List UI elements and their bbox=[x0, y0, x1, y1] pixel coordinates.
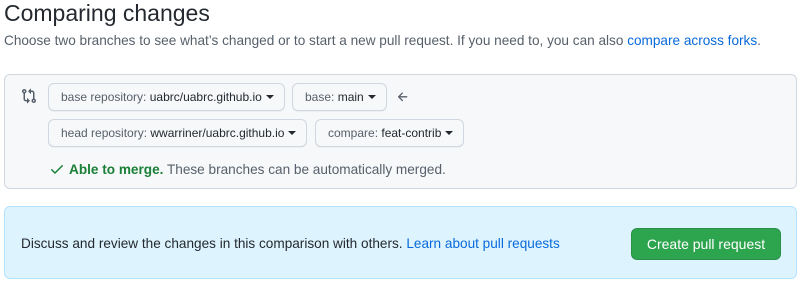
create-pr-description: Discuss and review the changes in this c… bbox=[21, 236, 407, 251]
base-branch-label: base: bbox=[305, 90, 338, 104]
compare-page: Comparing changes Choose two branches to… bbox=[0, 0, 800, 283]
base-branch-select[interactable]: base: main bbox=[292, 83, 387, 111]
compare-branch-value: feat-contrib bbox=[381, 126, 442, 140]
subtitle-text: Choose two branches to see what’s change… bbox=[4, 33, 628, 48]
head-repository-label: head repository: bbox=[61, 126, 151, 140]
create-pr-banner: Discuss and review the changes in this c… bbox=[4, 206, 797, 279]
compare-across-forks-link[interactable]: compare across forks bbox=[627, 33, 757, 48]
head-repository-value: wwarriner/uabrc.github.io bbox=[150, 126, 285, 140]
page-subtitle: Choose two branches to see what’s change… bbox=[4, 32, 761, 50]
arrow-left-icon bbox=[397, 92, 408, 102]
merge-ok-label: Able to merge. bbox=[69, 162, 164, 177]
page-title: Comparing changes bbox=[4, 0, 210, 26]
compare-branch-label: compare: bbox=[328, 126, 382, 140]
chevron-down-icon bbox=[288, 130, 297, 135]
base-repository-select[interactable]: base repository: uabrc/uabrc.github.io bbox=[48, 83, 285, 111]
learn-about-pull-requests-link[interactable]: Learn about pull requests bbox=[406, 236, 559, 251]
merge-detail: These branches can be automatically merg… bbox=[163, 162, 446, 177]
subtitle-end: . bbox=[757, 33, 761, 48]
base-repository-value: uabrc/uabrc.github.io bbox=[149, 90, 262, 104]
create-pull-request-button[interactable]: Create pull request bbox=[631, 228, 781, 260]
chevron-down-icon bbox=[445, 130, 454, 135]
compare-branch-select[interactable]: compare: feat-contrib bbox=[315, 119, 465, 147]
base-repository-label: base repository: bbox=[61, 90, 150, 104]
git-compare-icon bbox=[22, 88, 37, 104]
merge-status: Able to merge. These branches can be aut… bbox=[49, 161, 446, 179]
head-repository-select[interactable]: head repository: wwarriner/uabrc.github.… bbox=[48, 119, 308, 147]
check-icon bbox=[51, 165, 63, 174]
range-editor: base repository: uabrc/uabrc.github.io b… bbox=[4, 74, 797, 189]
base-branch-value: main bbox=[337, 90, 364, 104]
create-pr-text: Discuss and review the changes in this c… bbox=[21, 235, 560, 253]
chevron-down-icon bbox=[265, 94, 274, 99]
chevron-down-icon bbox=[367, 94, 376, 99]
